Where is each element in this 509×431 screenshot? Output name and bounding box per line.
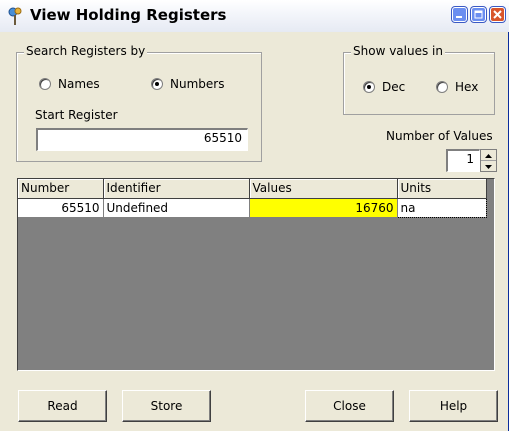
minimize-icon: [456, 16, 462, 18]
number-of-values-spinner[interactable]: [480, 149, 497, 172]
radio-dec[interactable]: Dec: [363, 80, 405, 94]
column-header-units[interactable]: Units: [397, 179, 487, 199]
radio-hex[interactable]: Hex: [436, 80, 478, 94]
radio-names-label: Names: [58, 77, 100, 91]
search-registers-legend: Search Registers by: [24, 44, 148, 58]
column-header-values[interactable]: Values: [249, 179, 398, 199]
radio-dec-circle[interactable]: [363, 81, 375, 93]
close-icon: [493, 10, 502, 19]
cell-value[interactable]: 16760: [249, 198, 398, 218]
grid-header-row: Number Identifier Values Units: [18, 179, 487, 199]
help-button[interactable]: Help: [409, 390, 498, 422]
spin-down-button[interactable]: [481, 161, 496, 171]
maximize-button[interactable]: [471, 7, 486, 22]
store-button[interactable]: Store: [122, 390, 211, 422]
chevron-down-icon: [485, 165, 492, 169]
column-header-number[interactable]: Number: [18, 179, 104, 199]
number-of-values-input[interactable]: 1: [446, 149, 480, 172]
spin-up-button[interactable]: [481, 150, 496, 161]
view-holding-registers-window: View Holding Registers Search Registers …: [0, 0, 509, 431]
radio-hex-circle[interactable]: [436, 81, 448, 93]
app-icon: [6, 6, 24, 26]
read-button[interactable]: Read: [18, 390, 107, 422]
minimize-button[interactable]: [452, 7, 467, 22]
column-header-identifier[interactable]: Identifier: [103, 179, 250, 199]
cell-units[interactable]: na: [396, 197, 487, 218]
registers-table: Number Identifier Values Units 65510 Und…: [18, 179, 487, 218]
cell-number[interactable]: 65510: [18, 198, 104, 218]
cell-identifier[interactable]: Undefined: [103, 198, 250, 218]
radio-numbers[interactable]: Numbers: [151, 77, 224, 91]
search-registers-group: Search Registers by Names Numbers Start …: [16, 44, 262, 162]
show-values-group: Show values in Dec Hex: [343, 44, 495, 115]
radio-numbers-circle[interactable]: [151, 78, 163, 90]
start-register-label: Start Register: [35, 108, 118, 122]
radio-hex-label: Hex: [455, 80, 479, 94]
close-button[interactable]: Close: [305, 390, 394, 422]
show-values-legend: Show values in: [351, 44, 445, 58]
close-window-button[interactable]: [490, 7, 505, 22]
maximize-icon: [474, 10, 483, 19]
radio-names-circle[interactable]: [39, 78, 51, 90]
title-bar[interactable]: View Holding Registers: [0, 0, 509, 32]
start-register-input[interactable]: 65510: [36, 128, 248, 151]
radio-numbers-label: Numbers: [170, 77, 225, 91]
number-of-values-label: Number of Values: [386, 129, 493, 143]
radio-names[interactable]: Names: [39, 77, 100, 91]
chevron-up-icon: [485, 154, 492, 158]
radio-dec-label: Dec: [382, 80, 406, 94]
registers-grid[interactable]: Number Identifier Values Units 65510 Und…: [17, 178, 495, 371]
table-row[interactable]: 65510 Undefined 16760 na: [18, 197, 487, 218]
window-title: View Holding Registers: [30, 6, 227, 24]
